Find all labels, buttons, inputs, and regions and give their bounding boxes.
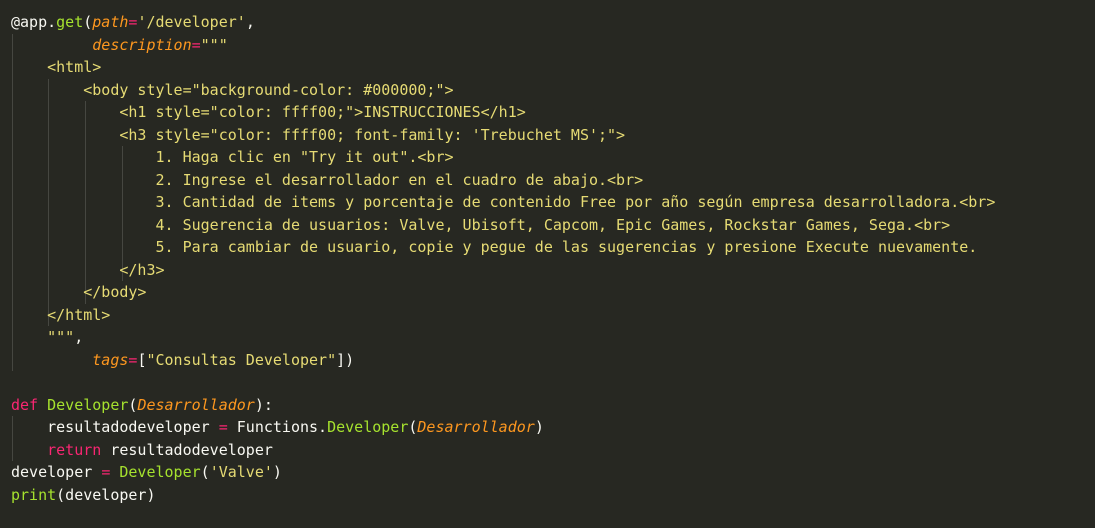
code-line[interactable]: </body>	[11, 281, 146, 303]
code-line[interactable]: resultadodeveloper = Functions.Developer…	[11, 416, 544, 438]
code-token: <html>	[11, 58, 102, 76]
code-line[interactable]: 4. Sugerencia de usuarios: Valve, Ubisof…	[11, 214, 950, 236]
code-token: developer	[11, 463, 102, 481]
code-line[interactable]: tags=["Consultas Developer"])	[11, 349, 354, 371]
code-token: (	[83, 13, 93, 31]
code-line[interactable]: def Developer(Desarrollador):	[11, 394, 273, 416]
code-token: return	[47, 440, 102, 459]
code-token: =	[191, 35, 201, 54]
code-token: (developer)	[56, 485, 156, 504]
code-token: )	[272, 463, 282, 481]
code-token: 'Valve'	[209, 463, 273, 481]
code-token: @app.	[11, 13, 57, 31]
code-token: resultadodeveloper	[11, 418, 219, 436]
code-token: """	[11, 328, 75, 346]
code-token: )	[534, 418, 544, 436]
code-token: ,	[74, 328, 84, 346]
code-line[interactable]: 3. Cantidad de items y porcentaje de con…	[11, 191, 995, 213]
code-token: tags	[92, 350, 129, 369]
code-token: 4. Sugerencia de usuarios: Valve, Ubisof…	[11, 215, 951, 234]
code-token: =	[101, 463, 111, 481]
code-line[interactable]: <body style="background-color: #000000;"…	[11, 79, 454, 101]
code-token: ])	[336, 350, 355, 369]
code-line[interactable]: <h3 style="color: ffff00; font-family: '…	[11, 124, 625, 146]
code-token: '/developer'	[137, 13, 246, 31]
code-token: ):	[254, 395, 273, 414]
code-line[interactable]: description="""	[11, 34, 228, 56]
code-line[interactable]: </h3>	[11, 259, 165, 281]
code-token: ,	[245, 13, 255, 31]
code-token: =	[218, 418, 228, 436]
code-token: <h3 style="color: ffff00; font-family: '…	[11, 125, 626, 144]
code-line[interactable]: <html>	[11, 56, 101, 78]
code-line[interactable]: 1. Haga clic en "Try it out".<br>	[11, 146, 454, 168]
code-token: path	[92, 13, 129, 31]
code-line[interactable]: </html>	[11, 304, 110, 326]
code-token: <h1 style="color: ffff00;">INSTRUCCIONES…	[11, 103, 526, 121]
code-token: get	[56, 13, 84, 31]
code-token: Developer	[327, 418, 409, 436]
code-token: </h3>	[11, 260, 165, 279]
code-token: Developer	[119, 463, 201, 481]
code-editor[interactable]: @app.get(path='/developer', description=…	[0, 0, 1095, 528]
code-token: <body style="background-color: #000000;"…	[11, 80, 454, 99]
code-token: 5. Para cambiar de usuario, copie y pegu…	[11, 238, 978, 256]
code-token: "Consultas Developer"	[146, 350, 337, 369]
code-token: 2. Ingrese el desarrollador en el cuadro…	[11, 170, 644, 189]
code-token: description	[92, 35, 192, 54]
code-line[interactable]: """,	[11, 326, 83, 348]
code-token: </body>	[11, 283, 147, 301]
code-token: """	[200, 35, 228, 54]
code-token: Desarrollador	[417, 418, 535, 436]
code-line[interactable]: return resultadodeveloper	[11, 439, 273, 461]
code-token: 1. Haga clic en "Try it out".<br>	[11, 148, 454, 166]
code-line[interactable]: @app.get(path='/developer',	[11, 11, 255, 33]
code-line[interactable]: 5. Para cambiar de usuario, copie y pegu…	[11, 236, 977, 258]
code-token: (	[200, 463, 210, 481]
code-token: resultadodeveloper	[101, 440, 273, 459]
code-token: Functions.	[227, 418, 328, 436]
code-token: Developer	[47, 395, 129, 414]
code-token: </html>	[11, 305, 111, 324]
code-token: print	[11, 485, 57, 504]
code-line[interactable]: developer = Developer('Valve')	[11, 461, 282, 483]
code-line[interactable]: <h1 style="color: ffff00;">INSTRUCCIONES…	[11, 101, 526, 123]
code-line[interactable]: 2. Ingrese el desarrollador en el cuadro…	[11, 169, 643, 191]
code-token: Desarrollador	[137, 395, 255, 414]
code-token: 3. Cantidad de items y porcentaje de con…	[11, 193, 996, 211]
code-line[interactable]: print(developer)	[11, 484, 156, 506]
code-token: def	[11, 395, 39, 414]
